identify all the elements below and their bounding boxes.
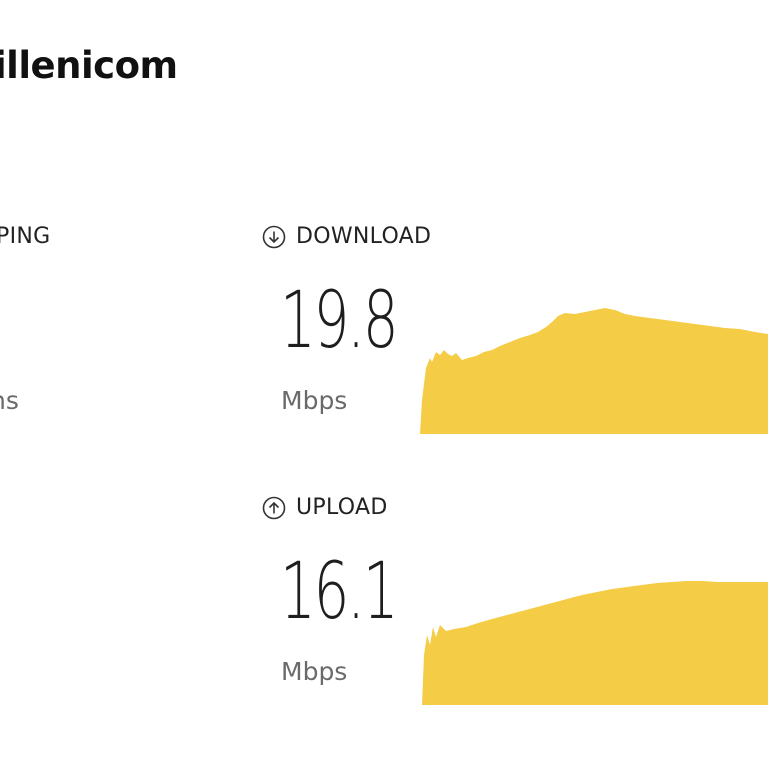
ping-label-text: PING — [0, 224, 51, 249]
download-unit: Mbps — [281, 386, 348, 415]
download-label-text: DOWNLOAD — [296, 224, 432, 249]
download-value: 19.8 — [280, 276, 399, 366]
arrow-up-circle-icon — [262, 496, 286, 520]
upload-unit: Mbps — [281, 657, 348, 686]
ping-value: 9 — [0, 282, 4, 360]
upload-value: 16.1 — [280, 547, 399, 637]
download-label: DOWNLOAD — [262, 224, 431, 249]
ping-label: PING — [0, 224, 50, 249]
ping-unit: ns — [0, 386, 19, 415]
download-speed-graph — [420, 300, 768, 434]
upload-label: UPLOAD — [262, 495, 388, 520]
brand-logo: illenicom — [0, 44, 178, 87]
upload-label-text: UPLOAD — [296, 495, 388, 520]
upload-graph-area — [422, 581, 768, 705]
download-graph-area — [420, 308, 768, 434]
arrow-down-circle-icon — [262, 225, 286, 249]
upload-speed-graph — [422, 575, 768, 705]
